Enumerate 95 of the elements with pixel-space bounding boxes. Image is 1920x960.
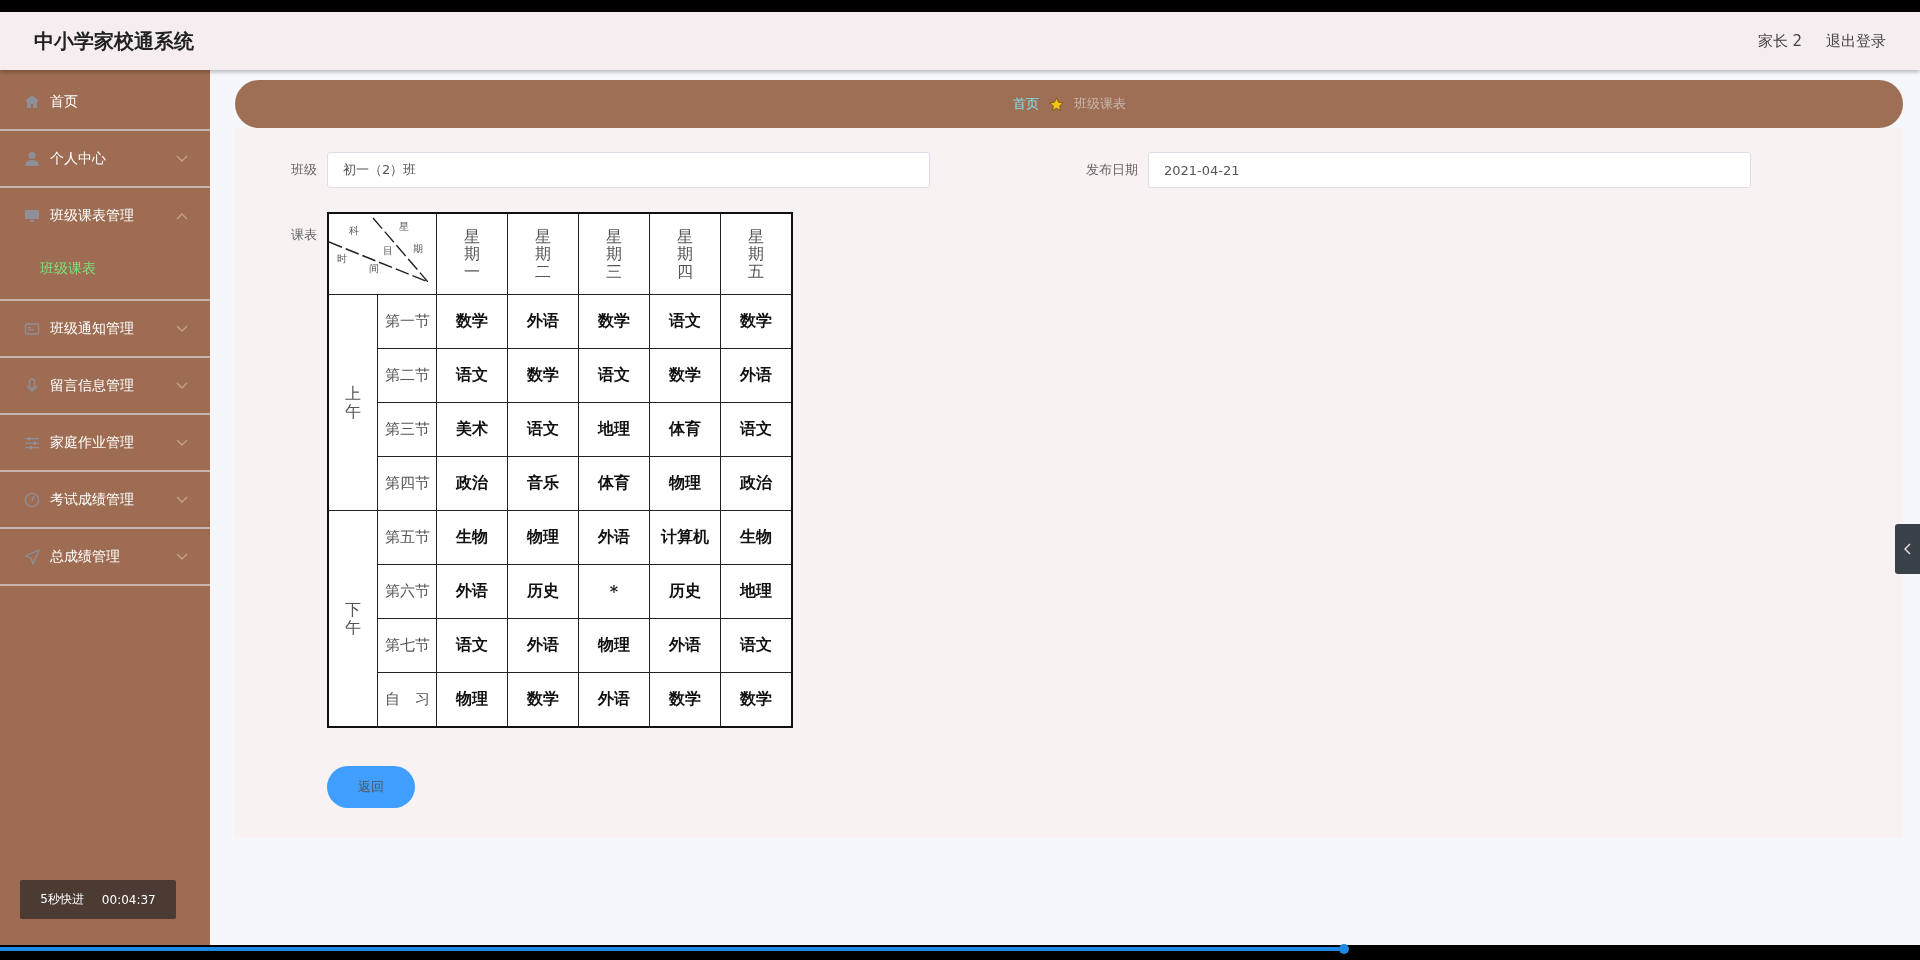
input-field[interactable]: 2021-04-21	[1148, 152, 1751, 188]
subject-cell: 政治	[456, 473, 488, 492]
subject-cell: 美术	[456, 419, 488, 438]
subject-cell: 历史	[669, 581, 701, 600]
period-label: 第一节	[384, 312, 430, 330]
period-label: 第二节	[384, 366, 430, 384]
sidebar-item[interactable]: 首页	[0, 74, 210, 129]
sidebar-item[interactable]: 考试成绩管理	[0, 472, 210, 527]
sidebar-item[interactable]: 班级课表管理	[0, 188, 210, 243]
input-field[interactable]: 初一（2）班	[327, 152, 930, 188]
subject-cell: 物理	[669, 473, 701, 492]
subject-cell: 历史	[527, 581, 559, 600]
user-name: 家长 2	[1757, 31, 1802, 51]
subject-cell: *	[609, 582, 619, 601]
subject-cell: 体育	[598, 473, 630, 492]
subject-cell: 体育	[669, 419, 701, 438]
subject-cell: 音乐	[527, 473, 559, 492]
field-label: 发布日期	[1085, 161, 1138, 179]
breadcrumb-current: 班级课表	[1073, 95, 1126, 113]
corner-label: 期	[413, 242, 423, 256]
subject-cell: 语文	[740, 419, 772, 438]
subject-cell: 外语	[527, 311, 559, 330]
subject-cell: 物理	[456, 689, 488, 708]
side-toggle[interactable]	[1895, 524, 1920, 574]
home-icon	[24, 93, 40, 110]
paper-plane-icon	[24, 548, 40, 565]
monitor-icon	[24, 207, 40, 224]
skip-label[interactable]: 5秒快进	[40, 891, 84, 908]
subject-cell: 地理	[598, 419, 630, 438]
gauge-icon	[24, 491, 40, 508]
field-label: 课表	[290, 226, 317, 244]
subject-cell: 外语	[740, 365, 772, 384]
subject-cell: 语文	[527, 419, 559, 438]
star-icon	[1048, 96, 1064, 112]
sidebar-item[interactable]: 留言信息管理	[0, 358, 210, 413]
period-label: 第三节	[384, 420, 430, 438]
weekday-header: 星期一	[464, 227, 480, 281]
sidebar-item[interactable]: 家庭作业管理	[0, 415, 210, 470]
weekday-header: 星期三	[606, 227, 622, 281]
field-label: 班级	[290, 161, 317, 179]
subject-cell: 数学	[669, 365, 701, 384]
sidebar-item[interactable]: 班级通知管理	[0, 301, 210, 356]
period-label: 自 习	[384, 690, 430, 708]
subject-cell: 生物	[456, 527, 488, 546]
corner-label: 科	[349, 224, 359, 238]
subject-cell: 数学	[527, 689, 559, 708]
subject-cell: 外语	[669, 635, 701, 654]
subject-cell: 数学	[598, 311, 630, 330]
microphone-icon	[24, 377, 40, 394]
subject-cell: 计算机	[661, 527, 709, 546]
logout-link[interactable]: 退出登录	[1826, 31, 1886, 51]
period-label: 第五节	[384, 528, 430, 546]
corner-label: 间	[369, 262, 379, 276]
playback-time: 00:04:37	[101, 892, 156, 907]
subject-cell: 语文	[669, 311, 701, 330]
weekday-header: 星期二	[535, 227, 551, 281]
corner-label: 星	[399, 220, 409, 234]
subject-cell: 物理	[527, 527, 559, 546]
subject-cell: 数学	[527, 365, 559, 384]
person-icon	[24, 150, 40, 167]
corner-label: 时	[337, 252, 347, 266]
subject-cell: 语文	[456, 365, 488, 384]
weekday-header: 星期四	[677, 227, 693, 281]
subject-cell: 外语	[456, 581, 488, 600]
corner-label: 目	[383, 244, 393, 258]
period-label: 第四节	[384, 474, 430, 492]
card-icon	[24, 320, 40, 337]
subject-cell: 外语	[598, 689, 630, 708]
weekday-header: 星期五	[748, 227, 764, 281]
period-label: 第六节	[384, 582, 430, 600]
subject-cell: 数学	[740, 689, 772, 708]
sidebar-item[interactable]: 个人中心	[0, 131, 210, 186]
subject-cell: 政治	[740, 473, 772, 492]
subject-cell: 外语	[598, 527, 630, 546]
sidebar-item[interactable]: 总成绩管理	[0, 529, 210, 584]
subject-cell: 数学	[669, 689, 701, 708]
app-title: 中小学家校通系统	[34, 27, 195, 55]
period-label: 第七节	[384, 636, 430, 654]
subject-cell: 生物	[740, 527, 772, 546]
subject-cell: 地理	[740, 581, 772, 600]
subject-cell: 语文	[456, 635, 488, 654]
chevron-left-icon	[1903, 543, 1912, 555]
subject-cell: 语文	[598, 365, 630, 384]
subject-cell: 数学	[740, 311, 772, 330]
back-button[interactable]: 返回	[327, 766, 415, 808]
breadcrumb-link[interactable]: 首页	[1012, 95, 1039, 113]
progress-knob[interactable]	[1339, 944, 1349, 954]
subject-cell: 物理	[598, 635, 630, 654]
session-label: 上午	[345, 384, 361, 421]
submenu-item[interactable]: 班级课表	[0, 243, 210, 299]
subject-cell: 语文	[740, 635, 772, 654]
subject-cell: 外语	[527, 635, 559, 654]
sliders-icon	[24, 434, 40, 451]
subject-cell: 数学	[456, 311, 488, 330]
session-label: 下午	[345, 600, 361, 637]
